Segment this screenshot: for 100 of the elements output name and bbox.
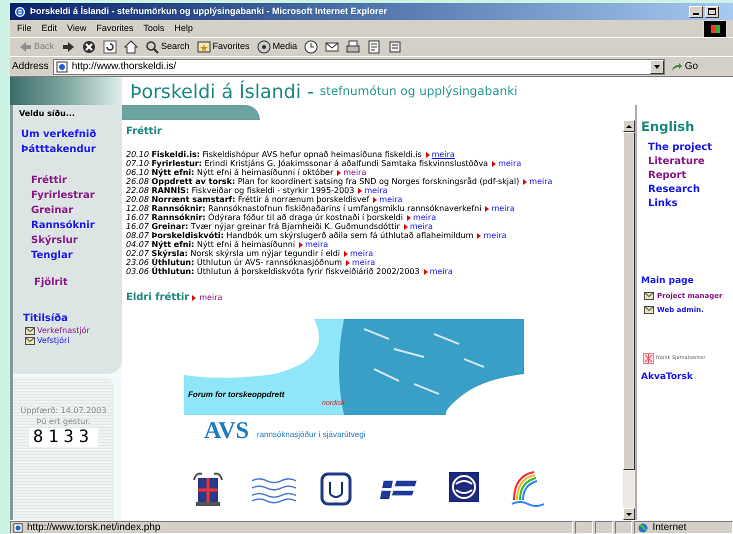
more-link[interactable]: meira: [412, 213, 436, 222]
nav-link[interactable]: The project: [648, 140, 733, 154]
arrow-icon: [424, 268, 428, 274]
zone-panel: Internet: [634, 521, 733, 534]
printer-icon[interactable]: [344, 40, 362, 54]
news-item: 04.07 Nýtt efni: Nýtt efni á heimasíðunni: [126, 240, 296, 249]
more-link[interactable]: meira: [529, 177, 552, 186]
go-arrow-icon: [670, 62, 683, 72]
window-title: Þorskeldi á Íslandi - stefnumörkun og upplýsingabanki - Microsoft Internet Explorer: [30, 4, 388, 18]
more-link[interactable]: meira: [430, 267, 453, 276]
more-link[interactable]: meira: [498, 159, 522, 168]
news-item: 22.08 RANNÍS: Fiskveiðar og fiskeldi - styrkir 1995-2003: [126, 186, 354, 195]
star-logo-icon: [643, 353, 654, 364]
go-button[interactable]: Go: [670, 59, 698, 74]
news-heading: Fréttir: [126, 125, 163, 139]
arrow-icon: [477, 232, 482, 238]
sponsor-logo-text: AVS: [204, 419, 249, 443]
home-link[interactable]: Main page: [641, 274, 733, 288]
nav-link[interactable]: Um verkefnið: [21, 128, 122, 141]
home-icon[interactable]: [122, 40, 140, 54]
maximize-button[interactable]: [705, 6, 719, 18]
more-link[interactable]: meira: [343, 168, 366, 177]
news-item: 12.08 Rannsóknir: Rannsóknastofnun fiskiðnaðarins í umfangsmiklu rannsóknaverkefni: [126, 204, 482, 213]
nav-link[interactable]: Fyrirlestrar: [31, 189, 122, 202]
menu-item[interactable]: Edit: [38, 22, 62, 36]
arrow-icon: [426, 152, 430, 158]
menu-item[interactable]: View: [63, 22, 90, 36]
more-link[interactable]: meira: [352, 258, 376, 267]
envelope-icon: [25, 327, 35, 335]
partner-link[interactable]: AkvaTorsk: [641, 371, 733, 384]
nav-link[interactable]: Þátttakendur: [21, 143, 122, 156]
news-item: 26.08 Oppdrett av torsk: Plan for koordinert satsing fra SND og Norges forskningsråd (pdf-skjal): [126, 177, 520, 186]
site-subtitle: stefnumótun og upplýsingabanki: [320, 83, 518, 100]
address-field[interactable]: http://www.thorskeldi.is/: [52, 58, 665, 74]
nav-link[interactable]: Fréttir: [31, 174, 122, 187]
envelope-icon[interactable]: [323, 40, 342, 54]
news-item: 08.07 Þorskeldiskvóti: Handbók um skýrslugerð aðila sem fá úthlutað aflaheimildum: [126, 231, 474, 240]
nav-link[interactable]: Rannsóknir: [31, 219, 122, 232]
refresh-icon[interactable]: [101, 40, 120, 54]
menu-item[interactable]: Favorites: [92, 22, 138, 36]
arrow-icon: [492, 160, 496, 166]
menu-item[interactable]: File: [13, 22, 36, 36]
more-link[interactable]: meira: [410, 222, 433, 231]
news-item: 20.10 Fiskeldi.is: Fiskeldishópur AVS hefur opnað heimasíðuna fiskeldi.is: [126, 150, 422, 159]
nav-link[interactable]: Greinar: [31, 204, 122, 217]
arrow-icon: [337, 170, 342, 176]
search-icon: [145, 40, 160, 54]
arrow-icon: [358, 188, 362, 194]
arrow-icon: [485, 206, 490, 212]
more-link[interactable]: meira: [199, 292, 222, 304]
more-link[interactable]: meira: [350, 249, 374, 258]
home-link[interactable]: Titilsíða: [23, 311, 122, 326]
menu-item[interactable]: Tools: [139, 22, 168, 36]
arrow-icon: [373, 196, 378, 202]
disc-icon: [256, 40, 271, 54]
more-link[interactable]: meira: [491, 204, 515, 213]
windows-logo-icon: [704, 20, 726, 36]
news-item: 20.08 Norrænt samstarf: Fréttir á norrænum þorskeldisvef: [126, 195, 370, 204]
nav-link[interactable]: Literature: [648, 154, 733, 168]
news-item: 23.06 Úthlutun: Úthlutun úr AVS- rannsóknasjóðnum: [126, 258, 342, 267]
more-link[interactable]: meira: [364, 186, 388, 195]
minimize-button[interactable]: [689, 6, 703, 18]
favorites-button[interactable]: Favorites: [194, 40, 252, 54]
envelope-icon: [644, 292, 654, 300]
media-button[interactable]: Media: [254, 40, 300, 54]
banner-title: Forum for torskeoppdrett: [188, 389, 284, 401]
visitor-counter: 8133: [29, 428, 98, 447]
site-title: Þorskeldi á Íslandi -: [130, 81, 314, 103]
more-link[interactable]: meira: [483, 231, 507, 240]
updated-date: Uppfærð: 14.07.2003: [20, 405, 106, 417]
news-item: 16.07 Rannsóknir: Ódýrara fóður til að draga úr kostnaði í þorskeldi: [126, 213, 403, 222]
sidebar-heading: Veldu síðu...: [19, 108, 76, 120]
news-item: 03.06 Úthlutun: Úthlutun á þorskeldiskvóta fyrir fiskveiðiárið 2002/2003: [126, 267, 420, 276]
language-heading: English: [641, 119, 696, 137]
browser-icon: [14, 6, 26, 18]
news-item: 02.07 Skýrsla: Norsk skýrsla um nýjar tegundir í eldi: [126, 249, 340, 258]
globe-icon: [638, 522, 648, 532]
menu-item[interactable]: Help: [170, 22, 197, 36]
older-news-heading: Eldri fréttir: [126, 291, 190, 305]
more-link[interactable]: meira: [305, 240, 328, 249]
contact-link[interactable]: Verkefnastjór: [37, 326, 90, 336]
nav-link[interactable]: Fjölrit: [34, 276, 122, 289]
nav-link[interactable]: Tenglar: [31, 249, 122, 262]
news-item: 16.07 Greinar: Tvær nýjar greinar frá Bjarnheiði K. Guðmundsdóttir: [126, 222, 400, 231]
nav-link[interactable]: Links: [648, 196, 733, 210]
arrow-icon: [192, 294, 196, 300]
address-label: Address: [12, 60, 49, 74]
nav-link[interactable]: Research: [648, 182, 733, 196]
contact-link[interactable]: Vefstjóri: [37, 336, 70, 346]
search-button[interactable]: Search: [143, 40, 192, 54]
nav-link[interactable]: Skýrslur: [31, 234, 122, 247]
more-link[interactable]: meira: [432, 150, 455, 159]
dropdown-button[interactable]: [650, 60, 664, 74]
arrow-icon: [523, 178, 528, 184]
clock-icon[interactable]: [302, 40, 320, 54]
scrollbar[interactable]: [623, 120, 635, 520]
envelope-icon: [644, 306, 654, 314]
page-icon: [13, 522, 23, 532]
more-link[interactable]: meira: [379, 195, 402, 204]
nav-link[interactable]: Report: [648, 168, 733, 182]
